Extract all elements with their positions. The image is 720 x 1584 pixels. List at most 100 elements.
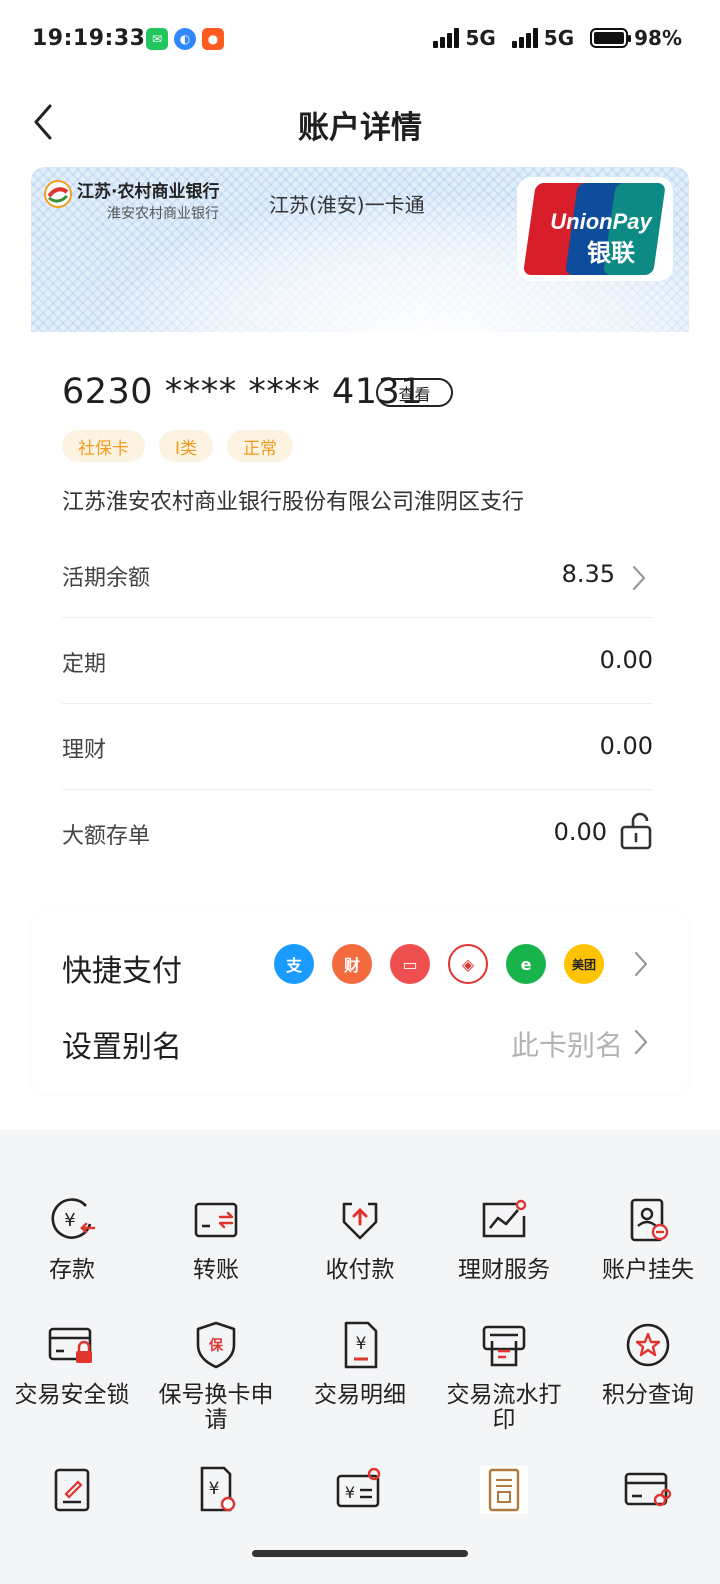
report-loss-icon: [630, 1198, 669, 1242]
wealth-app-icon: 财: [332, 944, 372, 984]
bank-logo-icon: [44, 180, 72, 208]
battery-percent: 98%: [634, 26, 682, 50]
quick-pay-label: 快捷支付: [62, 954, 182, 989]
shield-card-icon: 保: [196, 1321, 236, 1369]
shopping-app-icon: ●: [202, 28, 224, 50]
balance-label: 定期: [62, 652, 107, 677]
receive-pay-icon: [342, 1202, 378, 1240]
view-card-number-button[interactable]: 查看: [376, 378, 453, 407]
status-indicators: 5G 5G 98%: [433, 26, 682, 50]
service-receive-pay[interactable]: 收付款: [288, 1180, 432, 1305]
chevron-right-icon: [632, 565, 646, 591]
service-deposit[interactable]: ¥ 存款: [0, 1180, 144, 1305]
balance-value: 0.00: [599, 646, 653, 674]
deposit-icon: ¥: [51, 1198, 96, 1239]
service-label: 理财服务: [458, 1257, 550, 1283]
alias-label: 设置别名: [62, 1030, 182, 1065]
service-row3-item-1[interactable]: [0, 1450, 144, 1575]
service-transfer[interactable]: 转账: [144, 1180, 288, 1305]
service-row3-item-5[interactable]: [576, 1450, 720, 1575]
signal-icon: [433, 28, 460, 48]
edit-document-icon: [54, 1468, 90, 1512]
chevron-right-icon[interactable]: [633, 950, 649, 978]
battery-icon: [590, 28, 632, 48]
meituan-icon: 美团: [564, 944, 604, 984]
card-tags: 社保卡 I类 正常: [62, 430, 294, 462]
network-type-2: 5G: [543, 26, 575, 50]
search-bill-icon: ¥: [336, 1467, 381, 1508]
alipay-icon: 支: [274, 944, 314, 984]
service-label: 转账: [193, 1257, 239, 1283]
points-star-icon: [626, 1323, 670, 1367]
service-statement-print[interactable]: 交易流水打印: [432, 1305, 576, 1433]
home-indicator[interactable]: [252, 1550, 468, 1557]
e-wallet-icon: e: [506, 944, 546, 984]
balance-row-large-cd: 大额存单 0.00: [62, 790, 653, 876]
balance-label: 大额存单: [62, 824, 151, 849]
transfer-icon: [194, 1202, 238, 1238]
chevron-right-icon[interactable]: [633, 1028, 649, 1056]
svg-text:UnionPay: UnionPay: [550, 209, 653, 234]
balance-value: 0.00: [553, 818, 607, 846]
certificate-icon: [480, 1466, 528, 1514]
account-panel: 6230 **** **** 4131 查看 社保卡 I类 正常 江苏淮安农村商…: [31, 332, 689, 887]
quick-pay-panel: 快捷支付 支 财 ▭ ◈ e 美团 设置别名 此卡别名: [31, 910, 689, 1093]
battery-level: [594, 32, 624, 44]
svg-text:银联: 银联: [587, 239, 635, 267]
service-label: 交易流水打印: [446, 1382, 562, 1433]
branch-name: 江苏淮安农村商业银行股份有限公司淮阴区支行: [62, 490, 525, 515]
quick-pay-icons[interactable]: 支 财 ▭ ◈ e 美团: [274, 944, 604, 984]
service-label: 交易明细: [314, 1382, 406, 1408]
svg-text:¥: ¥: [64, 1210, 75, 1231]
service-label: 交易安全锁: [14, 1382, 130, 1408]
transaction-detail-icon: ¥: [344, 1321, 378, 1369]
page-title: 账户详情: [298, 110, 422, 146]
status-bar: 19:19:33 ✉ ◐ ● 5G 5G 98%: [0, 0, 720, 80]
service-report-loss[interactable]: 账户挂失: [576, 1180, 720, 1305]
balance-row-wealth: 理财 0.00: [62, 704, 653, 790]
service-label: 收付款: [325, 1257, 395, 1283]
wechat-icon: ✉: [146, 28, 168, 50]
tag-status: 正常: [227, 430, 294, 462]
service-label: 存款: [49, 1257, 95, 1283]
signal-icon: [511, 28, 538, 48]
balance-label: 理财: [62, 738, 107, 763]
browser-icon: ◐: [174, 28, 196, 50]
svg-text:¥: ¥: [345, 1483, 355, 1502]
svg-text:保: 保: [208, 1337, 224, 1354]
card-link-icon: [624, 1472, 672, 1507]
printer-icon: [482, 1325, 526, 1367]
card-lock-icon: [48, 1327, 92, 1363]
balance-label: 活期余额: [62, 566, 151, 591]
receipt-settings-icon: ¥: [200, 1466, 236, 1512]
service-points[interactable]: 积分查询: [576, 1305, 720, 1430]
service-transaction-detail[interactable]: ¥ 交易明细: [288, 1305, 432, 1430]
card-banner: 江苏·农村商业银行 淮安农村商业银行 江苏(淮安)一卡通 UnionPay 银联: [31, 167, 689, 332]
card-product-name: 江苏(淮安)一卡通: [269, 193, 425, 217]
balance-row-fixed: 定期 0.00: [62, 618, 653, 704]
alias-placeholder[interactable]: 此卡别名: [511, 1024, 623, 1064]
status-time: 19:19:33: [32, 26, 146, 51]
balance-value: 8.35: [561, 560, 615, 588]
tag-class: I类: [159, 430, 214, 462]
tag-social-security: 社保卡: [62, 430, 145, 462]
card-wallet-icon: ▭: [390, 944, 430, 984]
balance-row-demand[interactable]: 活期余额 8.35: [62, 532, 653, 618]
service-label: 保号换卡申请: [158, 1382, 274, 1433]
wealth-chart-icon: [482, 1199, 527, 1238]
network-type-1: 5G: [465, 26, 496, 50]
notification-icons: ✉ ◐ ●: [146, 28, 224, 50]
service-label: 账户挂失: [602, 1257, 694, 1283]
service-wealth[interactable]: 理财服务: [432, 1180, 576, 1305]
bank-subname: 淮安农村商业银行: [107, 206, 219, 222]
service-label: 积分查询: [602, 1382, 694, 1408]
unionpay-cloud-icon: ◈: [448, 944, 488, 984]
svg-text:¥: ¥: [209, 1479, 220, 1499]
unionpay-logo: UnionPay 银联: [517, 177, 673, 281]
balance-value: 0.00: [599, 732, 653, 760]
unlock-icon[interactable]: [619, 812, 653, 850]
service-keep-number[interactable]: 保 保号换卡申请: [144, 1305, 288, 1433]
card-number: 6230 **** **** 4131: [62, 372, 424, 412]
service-security-lock[interactable]: 交易安全锁: [0, 1305, 144, 1430]
page-header: 账户详情: [0, 90, 720, 154]
